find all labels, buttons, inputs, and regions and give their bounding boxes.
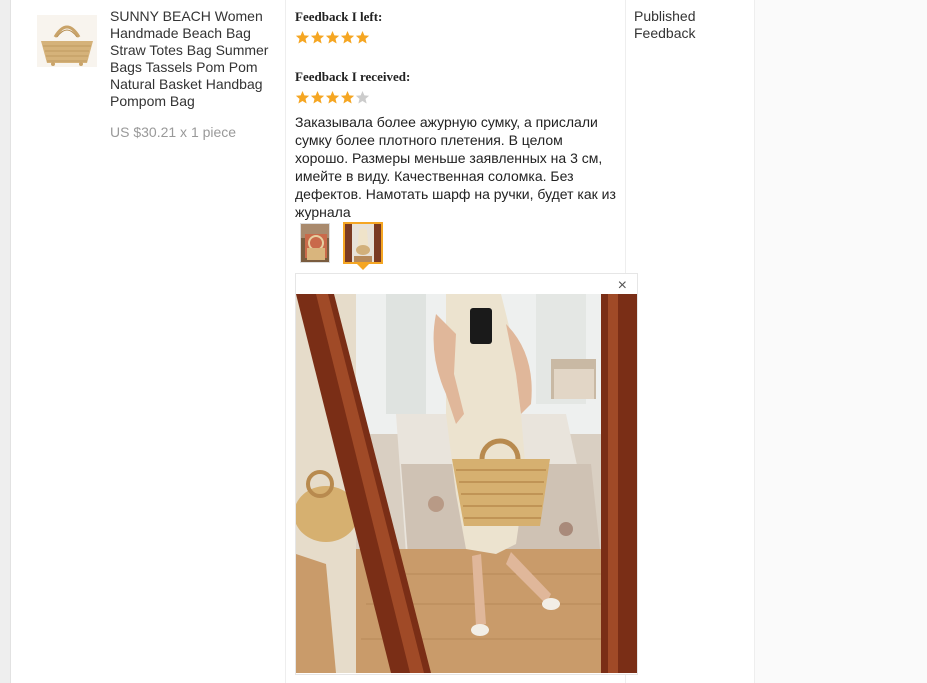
star-filled-icon xyxy=(295,30,310,44)
star-filled-icon xyxy=(325,30,340,44)
feedback-photo-large xyxy=(296,294,637,673)
star-filled-icon xyxy=(325,90,340,104)
star-filled-icon xyxy=(340,30,355,44)
feedback-status-label: Published Feedback xyxy=(634,8,696,41)
right-empty-area xyxy=(755,0,927,683)
product-thumbnail[interactable] xyxy=(37,15,97,67)
star-filled-icon xyxy=(340,90,355,104)
star-filled-icon xyxy=(295,90,310,104)
star-filled-icon xyxy=(310,90,325,104)
product-title-link[interactable]: SUNNY BEACH Women Handmade Beach Bag Str… xyxy=(110,8,278,110)
feedback-left-stars xyxy=(295,30,370,45)
close-icon[interactable]: × xyxy=(618,278,627,294)
star-filled-icon xyxy=(310,30,325,44)
product-price: US $30.21 x 1 piece xyxy=(110,124,237,140)
star-filled-icon xyxy=(355,30,370,44)
star-empty-icon xyxy=(355,90,370,104)
left-rail xyxy=(0,0,11,683)
feedback-received-heading: Feedback I received: xyxy=(295,69,411,84)
feedback-received-text: Заказывала более ажурную сумку, а присла… xyxy=(295,114,616,220)
selected-photo-pointer xyxy=(357,264,369,270)
feedback-received-stars xyxy=(295,90,370,105)
column-divider xyxy=(285,0,286,683)
feedback-photo-thumb-2[interactable] xyxy=(343,222,383,264)
feedback-photo-thumb-1[interactable] xyxy=(300,223,330,263)
feedback-left-heading: Feedback I left: xyxy=(295,9,383,24)
photo-viewer: × xyxy=(295,273,638,675)
